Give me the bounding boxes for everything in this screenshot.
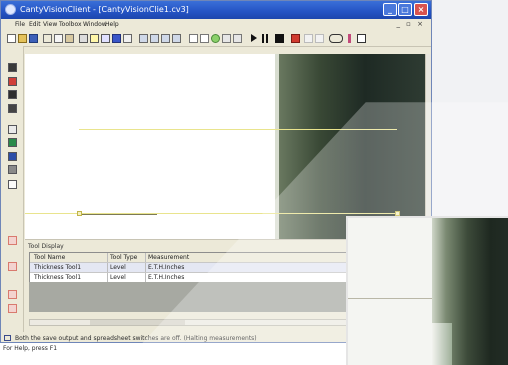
menu-window[interactable]: Window	[83, 21, 107, 28]
zoom-highlight	[432, 323, 452, 365]
new-file-icon[interactable]	[7, 34, 16, 43]
screenshot: CantyVisionClient - [CantyVisionClie1.cv…	[0, 0, 508, 365]
line-tool-icon[interactable]	[8, 125, 17, 134]
status-message: Both the save output and spreadsheet swi…	[15, 335, 257, 342]
title-bar[interactable]: CantyVisionClient - [CantyVisionClie1.cv…	[1, 1, 431, 19]
pause-icon-bar	[266, 34, 268, 43]
grid-icon[interactable]	[123, 34, 132, 43]
menu-help[interactable]: Help	[105, 21, 119, 28]
step-forward-icon[interactable]	[315, 34, 324, 43]
mdi-child-controls[interactable]: _ ▫ ×	[396, 20, 425, 28]
cut-icon[interactable]	[43, 34, 52, 43]
tool-type-cell: Level	[110, 274, 126, 281]
column-divider	[107, 263, 108, 272]
help-box-icon[interactable]	[357, 34, 366, 43]
tool-d-icon[interactable]	[172, 34, 181, 43]
tool-table: Tool Name Tool Type Measurement Thicknes…	[29, 252, 357, 284]
column-divider	[145, 273, 146, 282]
maximize-button[interactable]: □	[398, 3, 412, 16]
target-icon[interactable]	[222, 34, 231, 43]
tool-name-cell: Thickness Tool1	[34, 264, 82, 271]
link-icon[interactable]	[329, 34, 343, 43]
table-header: Tool Name Tool Type Measurement	[30, 253, 356, 263]
table-row[interactable]: Thickness Tool1 Level E.T.H.Inches	[30, 263, 356, 273]
alarm-tool-icon[interactable]	[8, 236, 17, 245]
vertical-scrollbar[interactable]	[425, 54, 431, 239]
stop-icon[interactable]	[275, 34, 284, 43]
edge-tool-icon[interactable]	[8, 138, 17, 147]
measure-tool-icon[interactable]	[8, 104, 17, 113]
zoom-inset	[346, 216, 508, 365]
toolbar	[1, 31, 431, 47]
tool-c-icon[interactable]	[161, 34, 170, 43]
frame-tool-icon[interactable]	[8, 180, 17, 189]
app-icon	[5, 4, 16, 15]
image-edge	[275, 54, 279, 239]
help-hint: For Help, press F1	[3, 345, 58, 352]
zoom-measurement-line	[348, 298, 432, 299]
column-header[interactable]: Measurement	[148, 254, 189, 261]
measurement-cell: E.T.H.Inches	[148, 264, 185, 271]
column-header[interactable]: Tool Type	[110, 254, 137, 261]
tool-b-icon[interactable]	[150, 34, 159, 43]
tool-name-cell: Thickness Tool1	[34, 274, 82, 281]
status-checkbox[interactable]	[4, 335, 11, 341]
measurement-segment	[79, 214, 157, 215]
save-icon[interactable]	[29, 34, 38, 43]
step-back-icon[interactable]	[304, 34, 313, 43]
column-divider	[107, 273, 108, 282]
scroll-thumb[interactable]	[90, 320, 185, 325]
camera-image	[275, 54, 425, 239]
minimize-button[interactable]: _	[383, 3, 397, 16]
tool-display-title: Tool Display	[28, 243, 64, 250]
close-button[interactable]: ×	[414, 3, 428, 16]
caliper-tool-icon[interactable]	[8, 165, 17, 174]
brush-tool-icon[interactable]	[8, 90, 17, 99]
blob-tool-icon[interactable]	[8, 152, 17, 161]
measurement-cell: E.T.H.Inches	[148, 274, 185, 281]
copy-icon[interactable]	[54, 34, 63, 43]
play-icon[interactable]	[251, 34, 257, 42]
context-help-icon[interactable]	[101, 34, 110, 43]
tool-a-icon[interactable]	[139, 34, 148, 43]
paste-icon[interactable]	[65, 34, 74, 43]
menu-edit[interactable]: Edit	[29, 21, 41, 28]
menu-view[interactable]: View	[43, 21, 57, 28]
print-icon[interactable]	[79, 34, 88, 43]
help-question-icon[interactable]	[90, 34, 99, 43]
column-divider	[145, 263, 146, 272]
export-tool-icon[interactable]	[8, 304, 17, 313]
menu-file[interactable]: File	[15, 21, 25, 28]
arrow-up-icon[interactable]	[189, 34, 198, 43]
help-status-bar: For Help, press F1	[0, 343, 350, 355]
column-divider	[145, 253, 146, 262]
column-divider	[107, 253, 108, 262]
output-tool-icon[interactable]	[8, 262, 17, 271]
camera-icon[interactable]	[112, 34, 121, 43]
pointer-tool-icon[interactable]	[8, 63, 17, 72]
menu-bar: File Edit View Toolbox Window Help _ ▫ ×	[1, 19, 431, 31]
menu-toolbox[interactable]: Toolbox	[59, 21, 82, 28]
measurement-line-top[interactable]	[79, 129, 397, 130]
window-title: CantyVisionClient - [CantyVisionClie1.cv…	[20, 5, 189, 14]
rect-tool-icon[interactable]	[8, 77, 17, 86]
tool-type-cell: Level	[110, 264, 126, 271]
open-folder-icon[interactable]	[18, 34, 27, 43]
pause-icon[interactable]	[262, 34, 264, 43]
column-header[interactable]: Tool Name	[34, 254, 65, 261]
table-empty-area	[29, 282, 399, 312]
settings-icon[interactable]	[233, 34, 242, 43]
record-icon[interactable]	[291, 34, 300, 43]
green-status-icon[interactable]	[211, 34, 220, 43]
marker-icon[interactable]	[348, 34, 351, 43]
left-toolbar	[1, 46, 24, 332]
level-icon[interactable]	[200, 34, 209, 43]
report-tool-icon[interactable]	[8, 290, 17, 299]
image-canvas[interactable]	[25, 54, 275, 239]
line-handle-left[interactable]	[77, 211, 82, 216]
